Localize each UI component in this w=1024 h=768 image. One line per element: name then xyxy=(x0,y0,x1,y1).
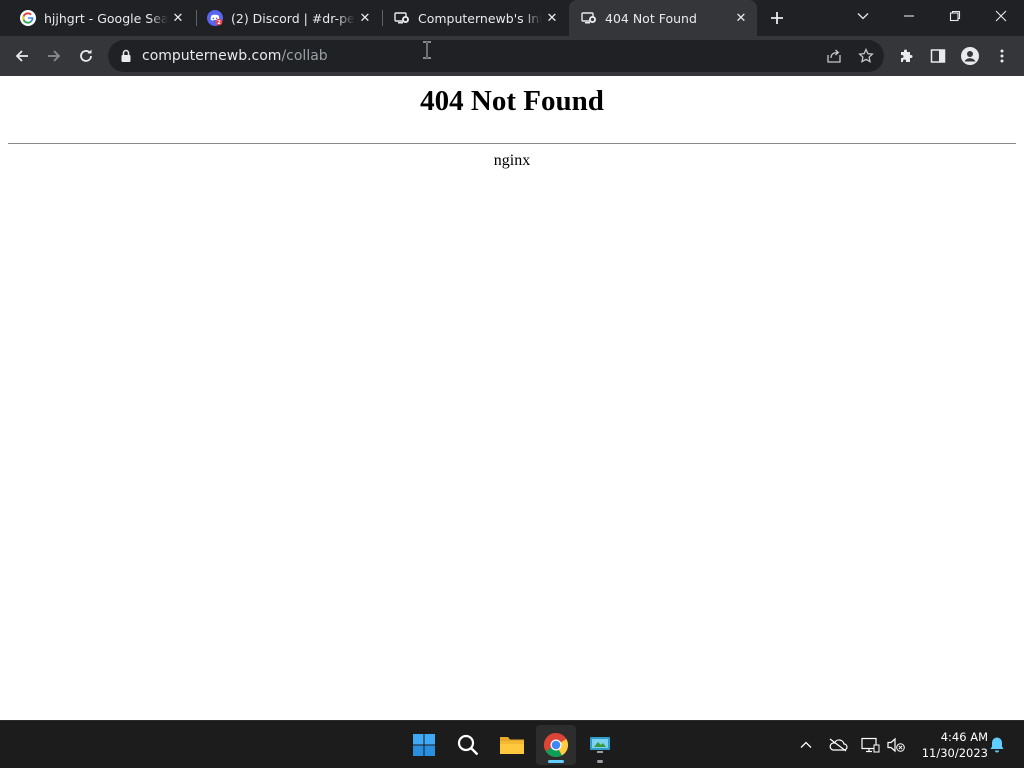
folder-icon xyxy=(500,737,524,754)
tab-title: Computernewb's Internet xyxy=(418,10,542,26)
browser-toolbar: computernewb.com/collab xyxy=(0,36,1024,76)
tab-title: 404 Not Found xyxy=(605,10,697,26)
divider xyxy=(8,143,1016,144)
url-path: /collab xyxy=(281,48,328,64)
taskbar: 4:46 AM 11/30/2023 xyxy=(0,720,1024,768)
minimize-button[interactable] xyxy=(886,0,932,32)
volume-button[interactable] xyxy=(884,733,908,757)
speaker-muted-icon xyxy=(887,737,905,753)
reload-button[interactable] xyxy=(72,42,100,70)
url-text[interactable]: computernewb.com/collab xyxy=(142,48,328,64)
tab-discord[interactable]: 2 (2) Discord | #dr-pepper ✕ xyxy=(195,0,381,36)
clock-date: 11/30/2023 xyxy=(921,746,988,760)
address-bar[interactable]: computernewb.com/collab xyxy=(108,40,884,72)
tab-google-search[interactable]: hjjhgrt - Google Search ✕ xyxy=(8,0,194,36)
tab-search-button[interactable] xyxy=(840,0,886,32)
close-window-button[interactable] xyxy=(978,0,1024,32)
tab-title: hjjhgrt - Google Search xyxy=(44,10,168,26)
running-app-indicator xyxy=(597,760,603,763)
chevron-up-icon xyxy=(800,741,812,748)
puzzle-icon xyxy=(901,49,913,62)
system-clock[interactable]: 4:46 AM 11/30/2023 xyxy=(912,729,988,761)
show-hidden-icons-button[interactable] xyxy=(794,733,818,757)
side-panel-icon xyxy=(930,49,946,63)
tab-strip: hjjhgrt - Google Search ✕ 2 (2) Discord … xyxy=(0,0,1024,36)
discord-icon: 2 xyxy=(207,10,223,26)
cloud-offline-icon xyxy=(829,738,848,752)
lock-icon[interactable] xyxy=(120,49,132,63)
computernewb-icon xyxy=(581,10,597,26)
bell-icon xyxy=(990,737,1004,753)
bookmark-button[interactable] xyxy=(852,42,880,70)
profile-button[interactable] xyxy=(956,42,984,70)
chevron-down-icon xyxy=(857,13,869,20)
google-g-icon xyxy=(20,10,36,26)
windows-logo-icon xyxy=(413,734,435,756)
avatar-icon xyxy=(961,47,979,65)
back-button[interactable] xyxy=(8,42,36,70)
tab-computernewb-internet[interactable]: Computernewb's Internet ✕ xyxy=(382,0,568,36)
svg-text:2: 2 xyxy=(217,20,221,26)
tab-title: (2) Discord | #dr-pepper xyxy=(231,10,355,26)
share-icon xyxy=(827,49,841,63)
notifications-button[interactable] xyxy=(985,733,1009,757)
clock-time: 4:46 AM xyxy=(940,730,988,744)
forward-button[interactable] xyxy=(40,42,68,70)
arrow-right-icon xyxy=(48,50,61,62)
close-tab-icon[interactable]: ✕ xyxy=(731,8,751,28)
side-panel-button[interactable] xyxy=(924,42,952,70)
computernewb-icon xyxy=(394,10,410,26)
chrome-icon xyxy=(543,733,569,758)
search-button[interactable] xyxy=(448,725,488,765)
share-button[interactable] xyxy=(820,42,848,70)
page-heading: 404 Not Found xyxy=(420,85,604,117)
text-cursor-icon xyxy=(423,41,431,59)
star-icon xyxy=(858,48,874,63)
remote-desktop-button[interactable] xyxy=(580,725,620,765)
active-app-indicator xyxy=(548,760,564,763)
page-content: 404 Not Found nginx xyxy=(0,76,1024,720)
close-tab-icon[interactable]: ✕ xyxy=(355,8,375,28)
minimize-icon xyxy=(904,15,914,17)
restore-icon xyxy=(949,10,961,22)
new-tab-button[interactable] xyxy=(764,5,790,31)
close-icon xyxy=(995,10,1007,22)
url-host: computernewb.com xyxy=(142,48,282,64)
extensions-button[interactable] xyxy=(892,42,920,70)
file-explorer-button[interactable] xyxy=(492,725,532,765)
onedrive-button[interactable] xyxy=(826,733,850,757)
tab-404-not-found[interactable]: 404 Not Found ✕ xyxy=(569,0,757,36)
arrow-left-icon xyxy=(15,50,28,62)
remote-desktop-icon xyxy=(590,737,610,753)
kebab-menu-icon xyxy=(1000,49,1004,63)
chrome-button[interactable] xyxy=(536,725,576,765)
plus-icon xyxy=(771,12,783,24)
start-button[interactable] xyxy=(404,725,444,765)
close-tab-icon[interactable]: ✕ xyxy=(168,8,188,28)
search-icon xyxy=(457,734,479,756)
server-signature: nginx xyxy=(493,152,531,169)
network-button[interactable] xyxy=(858,733,882,757)
menu-button[interactable] xyxy=(988,42,1016,70)
reload-icon xyxy=(80,49,92,62)
restore-button[interactable] xyxy=(932,0,978,32)
close-tab-icon[interactable]: ✕ xyxy=(542,8,562,28)
network-icon xyxy=(861,737,880,753)
